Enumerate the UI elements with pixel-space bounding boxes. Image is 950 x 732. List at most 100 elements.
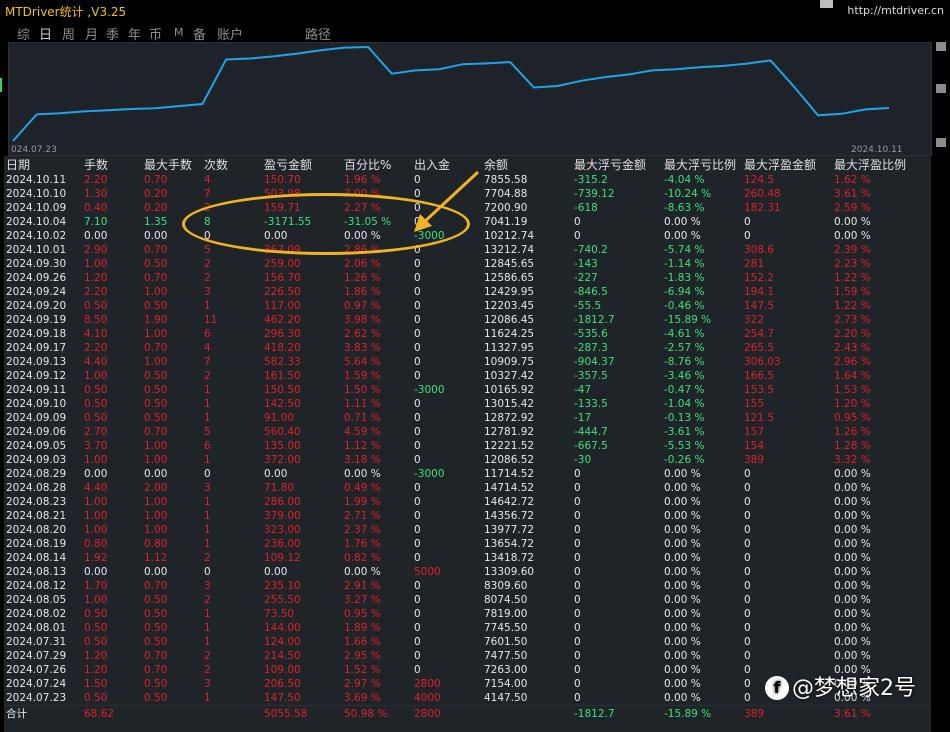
table-row[interactable]: 2024.08.12 1.70 0.70 3 235.10 2.91 % 0 8309.60 0…: [4, 579, 931, 593]
table-row[interactable]: 2024.10.01 2.90 0.70 5 367.09 2.86 % 0 13212.74…: [4, 243, 931, 257]
column-header[interactable]: 余额: [482, 156, 572, 173]
website-link[interactable]: http://mtdriver.cn: [847, 4, 944, 17]
table-cell: 235.10: [264, 580, 301, 592]
table-row[interactable]: 2024.09.03 1.00 1.00 1 372.00 3.18 % 0 12086.52…: [4, 453, 931, 467]
table-cell: 379.00: [264, 510, 301, 522]
tab-year[interactable]: 年: [128, 24, 141, 43]
table-row[interactable]: 2024.09.10 0.50 0.50 1 142.50 1.11 % 0 13015.42…: [4, 397, 931, 411]
table-cell: -227: [574, 272, 598, 284]
table-cell: -3000: [414, 468, 445, 480]
tab-day[interactable]: 日: [39, 24, 52, 43]
table-cell: 152.2: [744, 272, 775, 284]
table-row[interactable]: 2024.09.17 2.20 0.70 4 418.20 3.83 % 0 11327.95…: [4, 341, 931, 355]
table-cell: 0: [744, 482, 751, 494]
table-cell: 12086.45: [484, 314, 535, 326]
column-header[interactable]: 次数: [202, 156, 262, 173]
table-cell: 1.50 %: [344, 384, 381, 396]
table-row[interactable]: 2024.09.20 0.50 0.50 1 117.00 0.97 % 0 12203.45…: [4, 299, 931, 313]
table-row[interactable]: 2024.09.05 3.70 1.00 6 135.00 1.12 % 0 12221.52…: [4, 439, 931, 453]
table-cell: 12872.92: [484, 412, 535, 424]
table-cell: 0: [744, 594, 751, 606]
table-cell: 0.00 %: [834, 650, 871, 662]
table-row[interactable]: 2024.09.12 1.00 0.50 2 161.50 1.59 % 0 10327.42…: [4, 369, 931, 383]
table-cell: 0.00 %: [664, 216, 701, 228]
table-cell: 194.1: [744, 286, 775, 298]
tab-account[interactable]: 账户: [217, 24, 243, 43]
table-row[interactable]: 2024.08.01 0.50 0.50 1 144.00 1.89 % 0 7745.50 0…: [4, 621, 931, 635]
scroll-down-button[interactable]: [936, 138, 946, 147]
table-row[interactable]: 2024.09.24 2.20 1.00 3 226.50 1.86 % 0 12429.95…: [4, 285, 931, 299]
table-cell: 12221.52: [484, 440, 535, 452]
table-row[interactable]: 2024.09.30 1.00 0.50 2 259.00 2.06 % 0 12845.65…: [4, 257, 931, 271]
column-header[interactable]: 盈亏金额: [262, 156, 342, 173]
table-cell: 1.00: [84, 594, 108, 606]
table-row[interactable]: 2024.09.09 0.50 0.50 1 91.00 0.71 % 0 12872.92 -…: [4, 411, 931, 425]
close-button[interactable]: [820, 0, 833, 8]
scroll-up-button[interactable]: [936, 42, 946, 51]
table-cell: 7745.50: [484, 622, 528, 634]
table-cell: 0: [574, 538, 581, 550]
table-cell: -55.5: [574, 300, 602, 312]
tab-note[interactable]: 备: [193, 24, 206, 43]
table-cell: 2024.09.10: [6, 398, 67, 410]
table-row[interactable]: 2024.08.28 4.40 2.00 3 71.80 0.49 % 0 14714.52 0…: [4, 481, 931, 495]
table-row[interactable]: 2024.07.31 0.50 0.50 1 124.00 1.66 % 0 7601.50 0…: [4, 635, 931, 649]
table-cell: 0.00 %: [664, 636, 701, 648]
column-header[interactable]: 日期: [4, 156, 82, 173]
table-cell: 1.89 %: [344, 622, 381, 634]
table-row[interactable]: 2024.08.23 1.00 1.00 1 286.00 1.99 % 0 14642.72…: [4, 495, 931, 509]
table-cell: 0: [574, 650, 581, 662]
table-row[interactable]: 2024.08.05 1.00 0.50 2 255.50 3.27 % 0 8074.50 0…: [4, 593, 931, 607]
column-header[interactable]: 最大浮亏比例: [662, 156, 742, 173]
tab-summary[interactable]: 综: [17, 24, 30, 43]
table-cell: 0.50: [144, 300, 168, 312]
table-cell: 0: [574, 510, 581, 522]
tab-currency[interactable]: 币: [149, 24, 162, 43]
table-cell: 1: [204, 300, 211, 312]
table-cell: 11714.52: [484, 468, 535, 480]
table-row[interactable]: 2024.09.18 4.10 1.00 6 296.30 2.62 % 0 11624.25…: [4, 327, 931, 341]
tab-month[interactable]: 月: [85, 24, 98, 43]
table-cell: 0.50: [144, 608, 168, 620]
column-header[interactable]: 最大浮盈比例: [832, 156, 931, 173]
table-cell: 1: [204, 622, 211, 634]
column-header[interactable]: 最大手数: [142, 156, 202, 173]
table-cell: 0.50: [84, 384, 108, 396]
table-cell: 0: [744, 496, 751, 508]
table-cell: 1.53 %: [834, 384, 871, 396]
table-row[interactable]: 2024.08.21 1.00 1.00 1 379.00 2.71 % 0 14356.72…: [4, 509, 931, 523]
table-row[interactable]: 2024.09.06 2.70 0.70 5 560.40 4.59 % 0 12781.92…: [4, 425, 931, 439]
tab-quarter[interactable]: 季: [106, 24, 119, 43]
table-cell: 0.00 %: [664, 622, 701, 634]
column-header[interactable]: 最大浮盈金额: [742, 156, 832, 173]
table-cell: 0.50: [84, 636, 108, 648]
table-row[interactable]: 2024.08.02 0.50 0.50 1 73.50 0.95 % 0 7819.00 0 0…: [4, 607, 931, 621]
column-header[interactable]: 手数: [82, 156, 142, 173]
table-cell: 2.59 %: [834, 202, 871, 214]
table-row[interactable]: 2024.09.13 4.40 1.00 7 582.33 5.64 % 0 10909.75…: [4, 355, 931, 369]
table-cell: 560.40: [264, 426, 301, 438]
tab-path[interactable]: 路径: [305, 24, 331, 43]
tab-m[interactable]: M: [174, 26, 184, 39]
scroll-handle[interactable]: [936, 84, 946, 93]
daily-stats-table-container: 日期 手数 最大手数 次数 盈亏金额 百分比% 出入金 余额 最大浮亏金额 最大浮亏比例 最大浮盈金…: [4, 156, 931, 732]
table-row[interactable]: 2024.09.11 0.50 0.50 1 150.50 1.50 % -3000 1016…: [4, 383, 931, 397]
table-cell: 418.20: [264, 342, 301, 354]
table-cell: 308.6: [744, 244, 775, 256]
table-row[interactable]: 2024.08.29 0.00 0.00 0 0.00 0.00 % -3000 11714.…: [4, 467, 931, 481]
tab-week[interactable]: 周: [62, 24, 75, 43]
table-row[interactable]: 2024.08.13 0.00 0.00 0 0.00 0.00 % 5000 13309.6…: [4, 565, 931, 579]
table-cell: 0.00 %: [834, 538, 871, 550]
table-cell: 3.61 %: [834, 188, 871, 200]
table-cell: 2.43 %: [834, 342, 871, 354]
column-header[interactable]: 最大浮亏金额: [572, 156, 662, 173]
table-row[interactable]: 2024.09.26 1.20 0.70 2 156.70 1.26 % 0 12586.65…: [4, 271, 931, 285]
table-cell: 0: [744, 216, 751, 228]
scrollbar[interactable]: [933, 42, 950, 732]
table-row[interactable]: 2024.09.19 8.50 1.90 11 462.20 3.98 % 0 12086.4…: [4, 313, 931, 327]
table-row[interactable]: 2024.08.19 0.80 0.80 1 236.00 1.76 % 0 13654.72…: [4, 537, 931, 551]
table-row[interactable]: 2024.08.20 1.00 1.00 1 323.00 2.37 % 0 13977.72…: [4, 523, 931, 537]
table-cell: 117.00: [264, 300, 301, 312]
table-row[interactable]: 2024.07.29 1.20 0.70 2 214.50 2.95 % 0 7477.50 0…: [4, 649, 931, 663]
table-row[interactable]: 2024.08.14 1.92 1.12 2 109.12 0.82 % 0 13418.72…: [4, 551, 931, 565]
